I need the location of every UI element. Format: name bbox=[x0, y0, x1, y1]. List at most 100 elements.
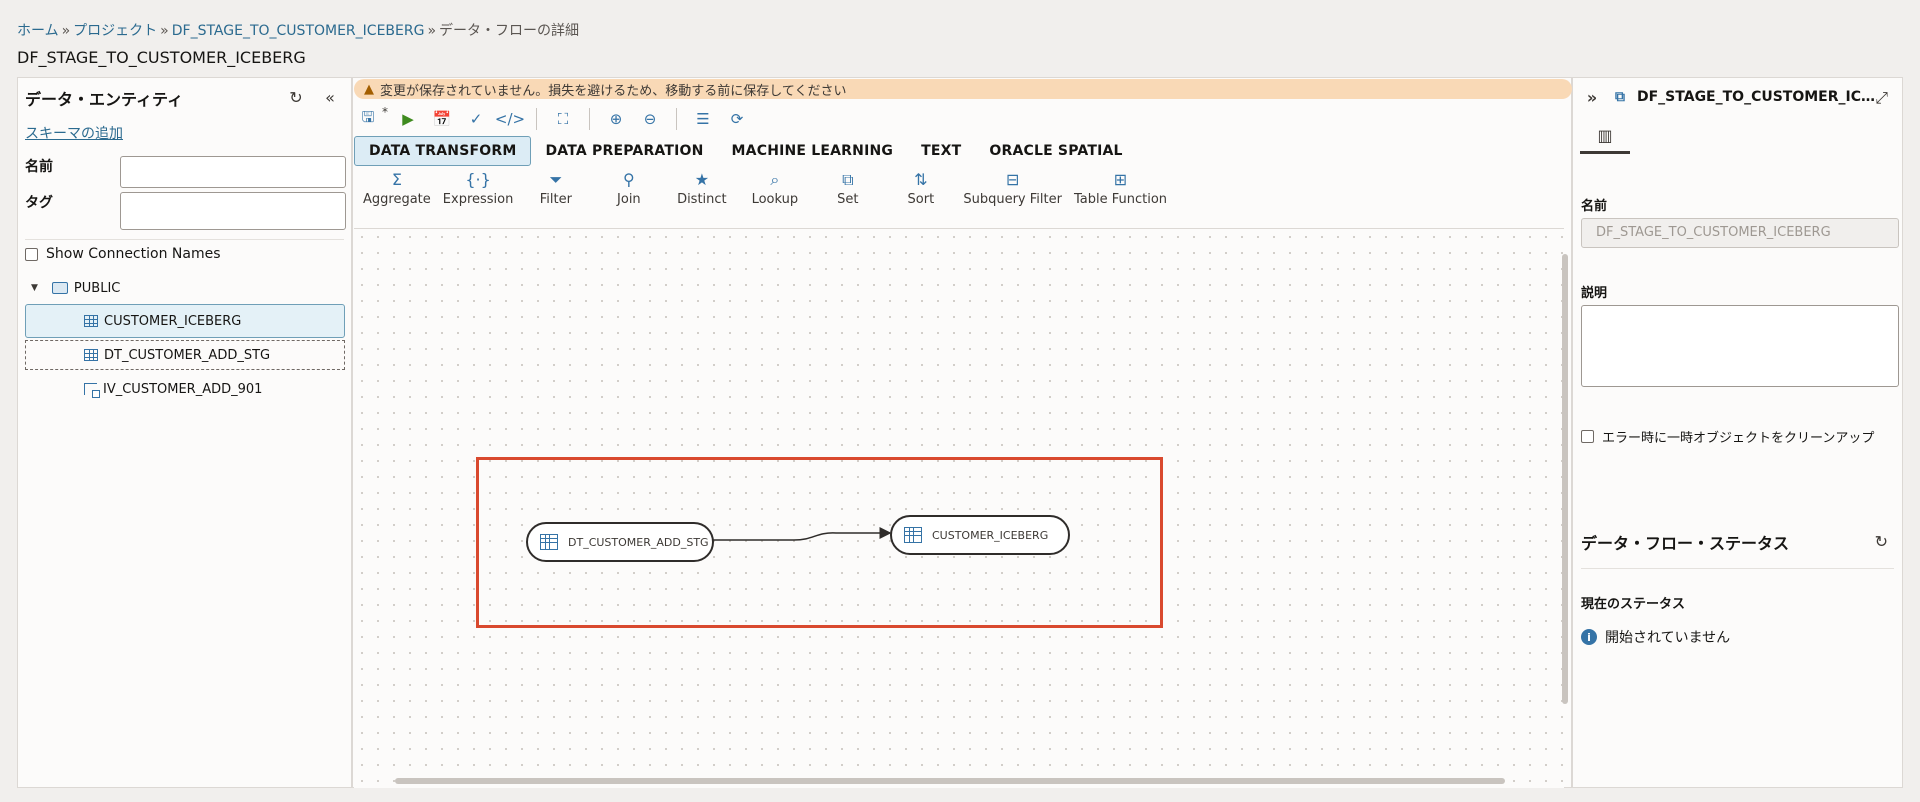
tree-item-iv-customer-add-901[interactable]: IV_CUSTOMER_ADD_901 bbox=[25, 372, 345, 406]
operator-set[interactable]: ⧉ Set bbox=[811, 170, 884, 214]
breadcrumb: ホーム» プロジェクト» DF_STAGE_TO_CUSTOMER_ICEBERG»… bbox=[17, 23, 580, 39]
connector-layer bbox=[710, 527, 892, 541]
tag-label: タグ bbox=[25, 195, 53, 211]
tree-item-customer-iceberg[interactable]: CUSTOMER_ICEBERG bbox=[25, 304, 345, 338]
properties-title: DF_STAGE_TO_CUSTOMER_IC… bbox=[1637, 89, 1876, 105]
node-dt-customer-add-stg[interactable]: DT_CUSTOMER_ADD_STG bbox=[526, 522, 714, 562]
zoom-out-button[interactable]: ⊖ bbox=[638, 107, 662, 131]
operator-aggregate[interactable]: Σ Aggregate bbox=[357, 170, 437, 214]
tab-data-preparation[interactable]: DATA PREPARATION bbox=[531, 136, 717, 166]
lookup-icon: ⌕ bbox=[770, 170, 780, 189]
maximize-icon[interactable]: ⤢ bbox=[1875, 88, 1888, 108]
operator-filter[interactable]: ⏷ Filter bbox=[519, 170, 592, 214]
toolbar-divider bbox=[676, 108, 677, 130]
panel-title: データ・エンティティ bbox=[25, 90, 184, 109]
cleanup-temp-objects-checkbox[interactable]: エラー時に一時オブジェクトをクリーンアップ bbox=[1581, 427, 1874, 446]
dataflow-icon: ⧉ bbox=[1615, 89, 1625, 105]
operator-sort[interactable]: ⇅ Sort bbox=[884, 170, 957, 214]
dataflow-canvas[interactable]: DT_CUSTOMER_ADD_STG CUSTOMER_ICEBERG bbox=[354, 228, 1564, 788]
refresh-status-icon[interactable]: ↻ bbox=[1875, 532, 1888, 551]
data-entities-panel: データ・エンティティ ↻ « スキーマの追加 名前 タグ Show Connec… bbox=[17, 77, 352, 788]
current-status-label: 現在のステータス bbox=[1581, 597, 1686, 612]
table-function-icon: ⊞ bbox=[1113, 170, 1128, 189]
operator-palette: Σ Aggregate {·} Expression ⏷ Filter ⚲ Join ★… bbox=[357, 170, 1173, 214]
breadcrumb-home[interactable]: ホーム bbox=[17, 23, 59, 39]
name-filter-input[interactable] bbox=[120, 156, 346, 188]
operator-join[interactable]: ⚲ Join bbox=[592, 170, 665, 214]
database-button[interactable]: ☰ bbox=[691, 107, 715, 131]
zoom-in-button[interactable]: ⊕ bbox=[604, 107, 628, 131]
description-textarea[interactable] bbox=[1581, 305, 1899, 387]
table-icon bbox=[84, 349, 98, 361]
caret-down-icon[interactable]: ▼ bbox=[31, 283, 38, 293]
filter-icon: ⏷ bbox=[549, 170, 563, 189]
schedule-button[interactable]: 📅 bbox=[430, 107, 454, 131]
subquery-filter-icon: ⊟ bbox=[1005, 170, 1020, 189]
code-view-button[interactable]: </> bbox=[495, 107, 525, 131]
info-icon: i bbox=[1581, 629, 1597, 645]
breadcrumb-project[interactable]: プロジェクト bbox=[73, 23, 157, 39]
tab-machine-learning[interactable]: MACHINE LEARNING bbox=[718, 136, 908, 166]
sigma-icon: Σ bbox=[391, 170, 402, 189]
divider bbox=[1581, 568, 1894, 569]
current-status: i 開始されていません bbox=[1581, 627, 1730, 647]
table-icon bbox=[540, 534, 558, 550]
tag-filter-input[interactable] bbox=[120, 192, 346, 230]
divider bbox=[25, 239, 344, 240]
tab-oracle-spatial[interactable]: ORACLE SPATIAL bbox=[975, 136, 1136, 166]
view-icon bbox=[84, 383, 100, 398]
warning-icon: ▲ bbox=[364, 81, 374, 97]
tab-data-transform[interactable]: DATA TRANSFORM bbox=[354, 136, 532, 166]
set-icon: ⧉ bbox=[842, 170, 854, 189]
show-connection-names-checkbox[interactable]: Show Connection Names bbox=[25, 246, 221, 262]
properties-panel: » ⧉ DF_STAGE_TO_CUSTOMER_IC… ⤢ ▥ 名前 DF_S… bbox=[1572, 77, 1903, 788]
unsaved-warning-banner: ▲ 変更が保存されていません。損失を避けるため、移動する前に保存してください bbox=[354, 79, 1572, 99]
expand-panel-icon[interactable]: » bbox=[1581, 86, 1603, 108]
tree-item-dt-customer-add-stg[interactable]: DT_CUSTOMER_ADD_STG bbox=[25, 340, 345, 370]
dataflow-editor: ▲ 変更が保存されていません。損失を避けるため、移動する前に保存してください 🖫… bbox=[352, 77, 1572, 788]
dataflow-name-field: DF_STAGE_TO_CUSTOMER_ICEBERG bbox=[1581, 218, 1899, 248]
breadcrumb-current: データ・フローの詳細 bbox=[439, 23, 580, 39]
operator-subquery-filter[interactable]: ⊟ Subquery Filter bbox=[957, 170, 1068, 214]
star-icon: ★ bbox=[694, 170, 710, 189]
run-button[interactable]: ▶ bbox=[396, 107, 420, 131]
tab-text[interactable]: TEXT bbox=[907, 136, 975, 166]
expression-icon: {·} bbox=[465, 170, 491, 189]
join-icon: ⚲ bbox=[623, 170, 635, 189]
tree-node-public[interactable]: ▼ PUBLIC bbox=[31, 271, 331, 305]
checkbox-icon[interactable] bbox=[25, 247, 38, 261]
operator-distinct[interactable]: ★ Distinct bbox=[665, 170, 738, 214]
breadcrumb-dataflow[interactable]: DF_STAGE_TO_CUSTOMER_ICEBERG bbox=[172, 23, 425, 39]
auto-layout-button[interactable]: ⛶ bbox=[551, 107, 575, 131]
add-schema-link[interactable]: スキーマの追加 bbox=[25, 123, 123, 143]
horizontal-scrollbar[interactable] bbox=[355, 777, 1555, 785]
editor-toolbar: 🖫 * ▶ 📅 ✓ </> ⛶ ⊕ ⊖ ☰ ⟳ bbox=[356, 105, 749, 133]
refresh-button[interactable]: ⟳ bbox=[725, 107, 749, 131]
operator-lookup[interactable]: ⌕ Lookup bbox=[738, 170, 811, 214]
flow-connector[interactable] bbox=[710, 527, 892, 541]
name-label: 名前 bbox=[1581, 199, 1608, 214]
name-label: 名前 bbox=[25, 159, 53, 175]
toolbar-divider bbox=[536, 108, 537, 130]
validate-button[interactable]: ✓ bbox=[464, 107, 488, 131]
description-label: 説明 bbox=[1581, 286, 1608, 301]
operator-expression[interactable]: {·} Expression bbox=[437, 170, 520, 214]
save-button[interactable]: 🖫 * bbox=[356, 105, 388, 131]
collapse-panel-icon[interactable]: « bbox=[319, 86, 341, 108]
schema-icon bbox=[51, 282, 68, 294]
vertical-scrollbar[interactable] bbox=[1561, 234, 1569, 782]
status-value: 開始されていません bbox=[1605, 630, 1731, 646]
checkbox-icon[interactable] bbox=[1581, 430, 1594, 443]
refresh-icon[interactable]: ↻ bbox=[285, 86, 307, 108]
operator-table-function[interactable]: ⊞ Table Function bbox=[1068, 170, 1173, 214]
page-title: DF_STAGE_TO_CUSTOMER_ICEBERG bbox=[17, 48, 306, 67]
table-icon bbox=[904, 527, 922, 543]
node-customer-iceberg[interactable]: CUSTOMER_ICEBERG bbox=[890, 515, 1070, 555]
toolbar-divider bbox=[589, 108, 590, 130]
table-icon bbox=[84, 315, 98, 327]
sort-icon: ⇅ bbox=[914, 170, 928, 189]
columns-icon: ▥ bbox=[1597, 126, 1613, 145]
component-tabs: DATA TRANSFORM DATA PREPARATION MACHINE … bbox=[354, 136, 1137, 166]
dataflow-status-heading: データ・フロー・ステータス bbox=[1581, 534, 1790, 553]
tab-properties[interactable]: ▥ bbox=[1580, 120, 1630, 154]
